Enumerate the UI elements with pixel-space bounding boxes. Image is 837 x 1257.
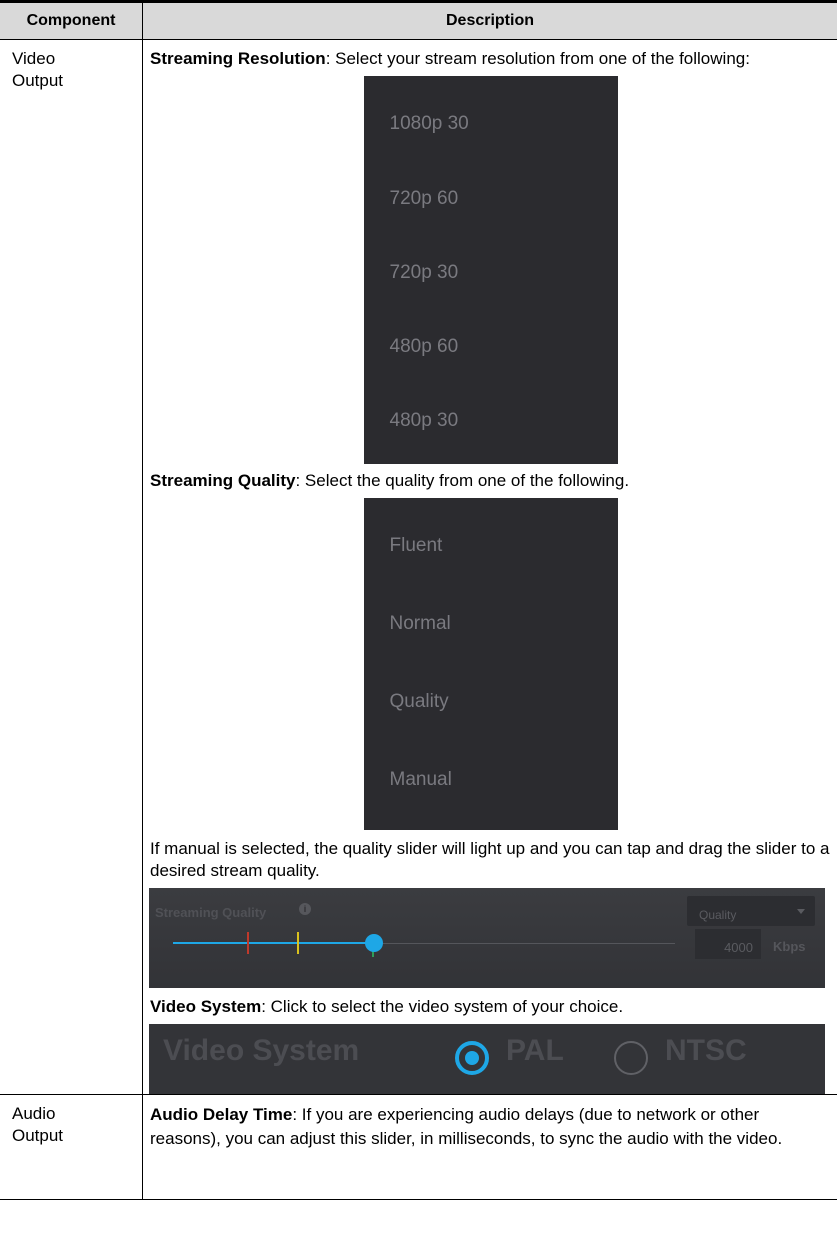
manual-note: If manual is selected, the quality slide… — [150, 839, 830, 880]
slider-panel-title: Streaming Quality — [155, 905, 267, 920]
slider-mark-red — [247, 932, 249, 954]
resolution-option[interactable]: 1080p 30 — [364, 76, 618, 150]
component-name-line2: Output — [12, 71, 64, 90]
table-row: Video Output Streaming Resolution: Selec… — [0, 39, 837, 1095]
description-cell: Audio Delay Time: If you are experiencin… — [142, 1094, 837, 1200]
video-system-label: Video System — [163, 1034, 360, 1067]
quality-dropdown[interactable]: Quality — [687, 896, 815, 926]
quality-options-list: Fluent Normal Quality Manual — [363, 498, 618, 830]
resolution-option[interactable]: 720p 30 — [364, 224, 618, 298]
bitrate-input[interactable]: 4000 — [695, 929, 761, 959]
info-icon[interactable]: i — [299, 903, 311, 915]
streaming-quality-text: : Select the quality from one of the fol… — [295, 471, 630, 490]
quality-option[interactable]: Normal — [364, 576, 618, 654]
resolution-option[interactable]: 720p 60 — [364, 150, 618, 224]
streaming-quality-title: Streaming Quality — [150, 471, 296, 490]
video-system-paragraph: Video System: Click to select the video … — [150, 996, 831, 1018]
header-component: Component — [0, 0, 143, 40]
component-name-line1: Video — [12, 49, 56, 68]
quality-option[interactable]: Manual — [364, 732, 618, 810]
component-cell: Video Output — [0, 39, 143, 1095]
audio-delay-paragraph: Audio Delay Time: If you are experiencin… — [150, 1103, 831, 1151]
streaming-quality-paragraph: Streaming Quality: Select the quality fr… — [150, 470, 831, 492]
bitrate-unit: Kbps — [773, 939, 806, 954]
component-name-line1: Audio — [12, 1104, 56, 1123]
ntsc-label[interactable]: NTSC — [665, 1036, 747, 1066]
component-table: Component Description Video Output Strea… — [0, 0, 837, 1200]
slider-thumb[interactable] — [364, 934, 383, 952]
video-system-panel: Video System PAL NTSC — [149, 1024, 825, 1094]
resolution-option[interactable]: 480p 60 — [364, 298, 618, 372]
component-cell: Audio Output — [0, 1094, 143, 1200]
component-name-line2: Output — [12, 1126, 64, 1145]
description-cell: Streaming Resolution: Select your stream… — [142, 39, 837, 1095]
resolution-options-list: 1080p 30 720p 60 720p 30 480p 60 480p 30 — [363, 76, 618, 464]
pal-label[interactable]: PAL — [506, 1036, 564, 1066]
pal-radio[interactable] — [455, 1041, 489, 1075]
header-description: Description — [142, 0, 837, 40]
quality-dropdown-value: Quality — [699, 908, 737, 922]
audio-delay-title: Audio Delay Time — [150, 1105, 293, 1124]
chevron-down-icon — [797, 909, 805, 914]
streaming-resolution-title: Streaming Resolution — [150, 49, 326, 68]
ntsc-radio[interactable] — [614, 1041, 648, 1075]
streaming-resolution-text: : Select your stream resolution from one… — [325, 49, 750, 68]
quality-option[interactable]: Quality — [364, 654, 618, 732]
slider-fill — [173, 942, 374, 944]
streaming-resolution-paragraph: Streaming Resolution: Select your stream… — [150, 48, 831, 70]
video-system-title: Video System — [150, 997, 262, 1016]
bitrate-value: 4000 — [724, 940, 753, 955]
resolution-option[interactable]: 480p 30 — [364, 372, 618, 446]
video-system-text: : Click to select the video system of yo… — [261, 997, 624, 1016]
quality-option[interactable]: Fluent — [364, 498, 618, 576]
streaming-quality-slider-panel: Streaming Quality i Quality 4000 Kbps — [149, 888, 825, 988]
slider-mark-yellow — [297, 932, 299, 954]
table-row: Audio Output Audio Delay Time: If you ar… — [0, 1094, 837, 1200]
